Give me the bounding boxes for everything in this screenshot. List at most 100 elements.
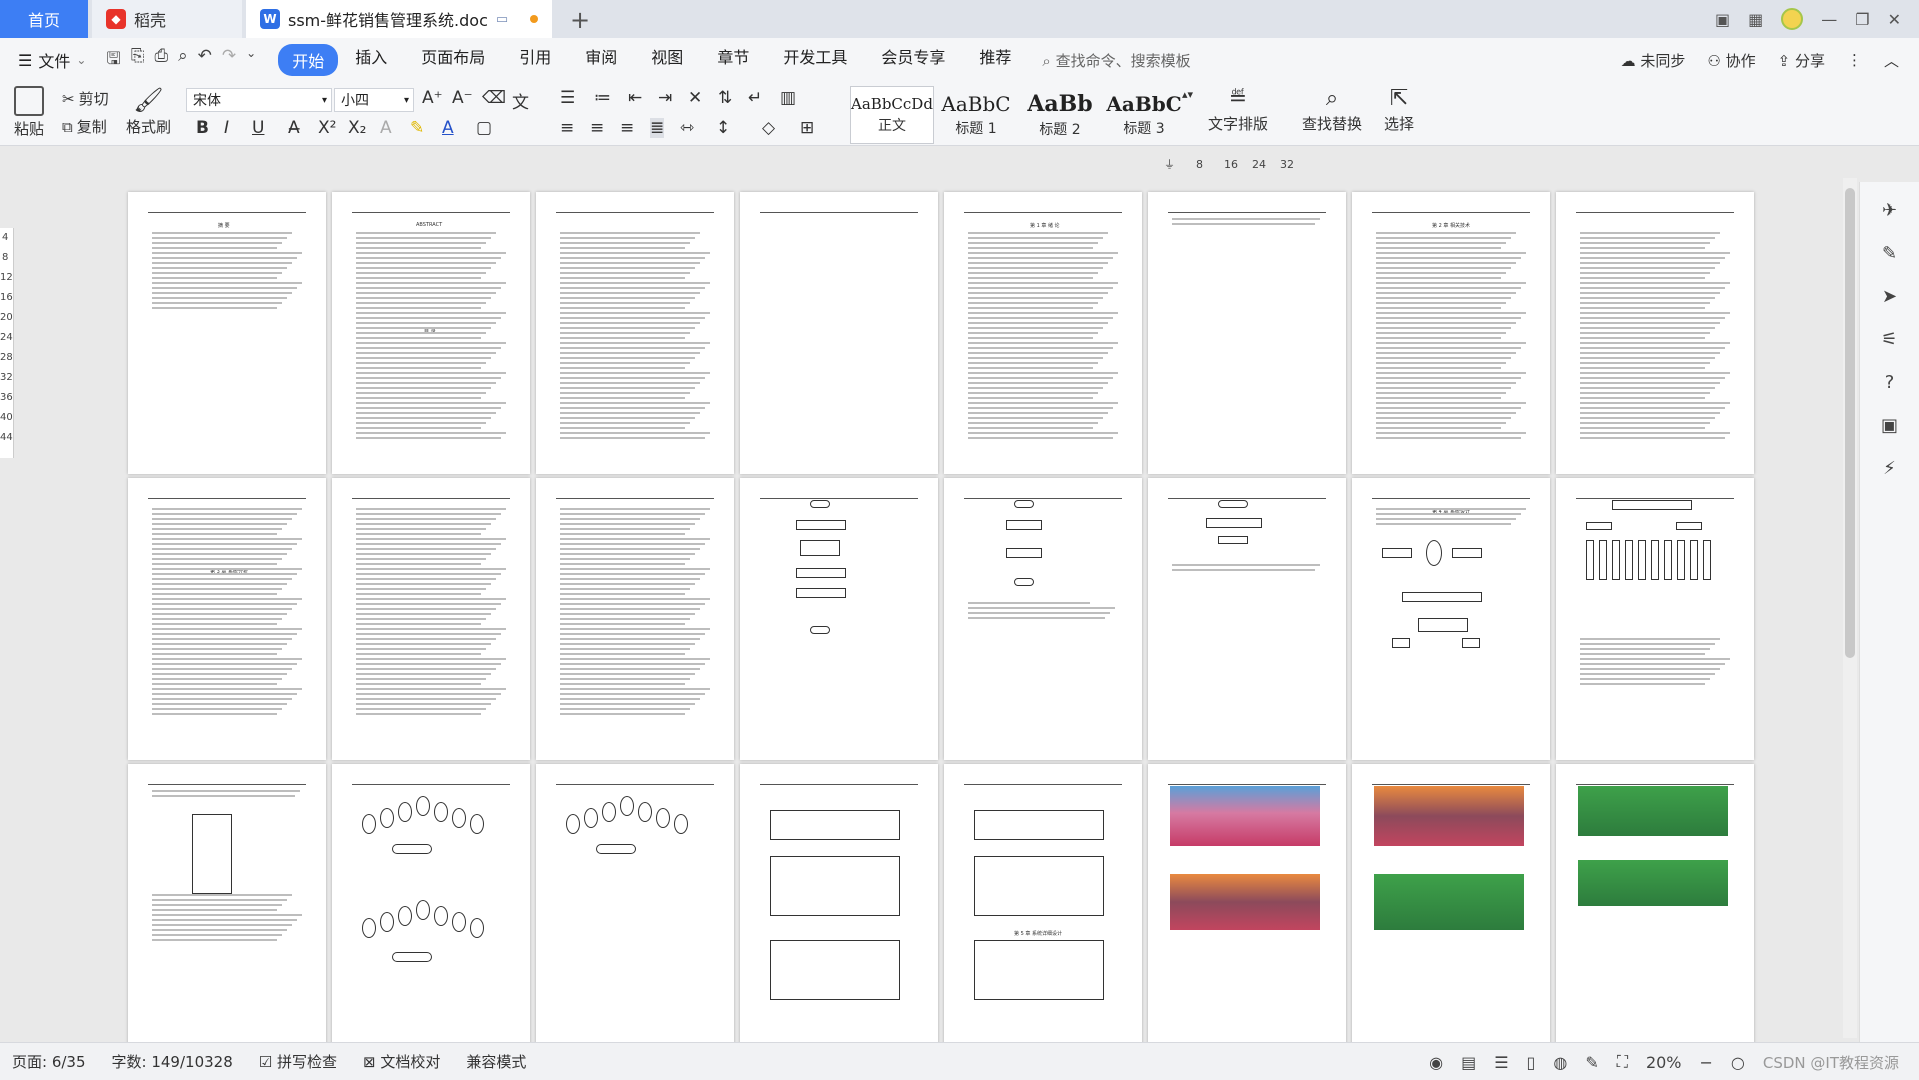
tab-start[interactable]: 开始: [278, 44, 339, 76]
tab-page-layout[interactable]: 页面布局: [404, 44, 502, 76]
paste-button[interactable]: 粘贴: [14, 86, 44, 139]
tab-references[interactable]: 引用: [502, 44, 568, 76]
help-icon[interactable]: ?: [1885, 372, 1895, 393]
align-right-icon[interactable]: ≡: [620, 118, 634, 138]
tab-review[interactable]: 审阅: [568, 44, 634, 76]
style-heading-3[interactable]: AaBbC 标题 3: [1102, 86, 1186, 144]
find-replace-button[interactable]: ⌕ 查找替换: [1302, 86, 1362, 134]
proofread-button[interactable]: ⊠ 文档校对: [363, 1051, 440, 1072]
line-spacing-icon[interactable]: ↕: [716, 118, 730, 138]
subscript-icon[interactable]: X₂: [348, 118, 366, 138]
tab-sections[interactable]: 章节: [700, 44, 766, 76]
undo-icon[interactable]: ↶: [198, 46, 212, 75]
vertical-ruler[interactable]: 4 8 12 16 20 24 28 32 36 40 44: [0, 228, 14, 458]
document-page[interactable]: [536, 478, 734, 760]
borders-icon[interactable]: ⊞: [800, 118, 814, 138]
shading-icon[interactable]: ◇: [762, 118, 775, 138]
tab-recommend[interactable]: 推荐: [962, 44, 1028, 76]
write-view-icon[interactable]: ✎: [1585, 1053, 1598, 1072]
redo-icon[interactable]: ↷: [222, 46, 236, 75]
customize-chevron-icon[interactable]: ⌄: [246, 46, 256, 75]
document-page[interactable]: [536, 764, 734, 1046]
image-tool-icon[interactable]: ▣: [1881, 415, 1898, 436]
table-tools-icon[interactable]: ▥: [780, 88, 796, 108]
document-page[interactable]: [1148, 764, 1346, 1046]
page-counter[interactable]: 页面: 6/35: [12, 1051, 86, 1072]
reading-view-icon[interactable]: ▯: [1527, 1053, 1536, 1072]
show-marks-icon[interactable]: ↵: [748, 88, 762, 108]
document-page[interactable]: [332, 478, 530, 760]
print-preview-icon[interactable]: ⌕: [178, 46, 188, 75]
close-icon[interactable]: ✕: [1888, 10, 1901, 29]
scrollbar-thumb[interactable]: [1845, 188, 1855, 658]
italic-button[interactable]: I: [224, 118, 229, 138]
new-tab-button[interactable]: +: [570, 6, 590, 34]
numbered-list-icon[interactable]: ≔: [594, 88, 611, 108]
document-page[interactable]: 第 4 章 系统设计: [1352, 478, 1550, 760]
style-heading-2[interactable]: AaBb 标题 2: [1018, 86, 1102, 144]
align-left-icon[interactable]: ≡: [560, 118, 574, 138]
style-normal[interactable]: AaBbCcDd 正文: [850, 86, 934, 144]
pointer-icon[interactable]: ➤: [1882, 286, 1897, 307]
text-layout-button[interactable]: ≝ 文字排版: [1208, 86, 1268, 134]
underline-button[interactable]: U: [252, 118, 264, 138]
document-page[interactable]: [1556, 192, 1754, 474]
minimize-icon[interactable]: —: [1821, 10, 1837, 29]
document-page[interactable]: [1148, 478, 1346, 760]
font-name-select[interactable]: 宋体 ▾: [186, 88, 332, 112]
phonetic-icon[interactable]: 文: [512, 88, 529, 113]
lightning-icon[interactable]: ⚡: [1883, 458, 1896, 479]
font-size-select[interactable]: 小四 ▾: [334, 88, 414, 112]
superscript-icon[interactable]: X²: [318, 118, 336, 138]
tab-view[interactable]: 视图: [634, 44, 700, 76]
word-count[interactable]: 字数: 149/10328: [112, 1051, 233, 1072]
zoom-out-icon[interactable]: −: [1700, 1053, 1713, 1072]
document-page[interactable]: [128, 764, 326, 1046]
style-gallery-scroll-icon[interactable]: ▴▾: [1182, 88, 1193, 101]
copy-button[interactable]: ⧉ 复制: [62, 116, 107, 137]
document-page[interactable]: [536, 192, 734, 474]
grow-font-icon[interactable]: A⁺: [422, 88, 443, 108]
zoom-slider[interactable]: ○: [1731, 1053, 1745, 1072]
increase-indent-icon[interactable]: ⇥: [658, 88, 672, 108]
zoom-level[interactable]: 20%: [1646, 1053, 1682, 1072]
document-page[interactable]: [740, 764, 938, 1046]
document-page[interactable]: 摘 要: [128, 192, 326, 474]
document-page[interactable]: [1352, 764, 1550, 1046]
shrink-font-icon[interactable]: A⁻: [452, 88, 473, 108]
format-painter-button[interactable]: 🖌 格式刷: [126, 86, 171, 137]
eye-protection-icon[interactable]: ◉: [1429, 1053, 1443, 1072]
tab-home[interactable]: 首页: [0, 0, 88, 38]
highlight-icon[interactable]: ✎: [410, 118, 424, 138]
collab-button[interactable]: ⚇ 协作: [1707, 50, 1755, 71]
save-icon[interactable]: 🖫: [106, 46, 120, 75]
tab-document[interactable]: W ssm-鲜花销售管理系统.doc ▭: [246, 0, 552, 38]
bullet-list-icon[interactable]: ☰: [560, 88, 575, 108]
align-center-icon[interactable]: ≡: [590, 118, 604, 138]
document-page[interactable]: [1556, 764, 1754, 1046]
bold-button[interactable]: B: [196, 118, 209, 138]
document-page[interactable]: [1148, 192, 1346, 474]
page-view-icon[interactable]: ▤: [1461, 1053, 1476, 1072]
document-page[interactable]: [740, 478, 938, 760]
spell-check-button[interactable]: ☑ 拼写检查: [259, 1051, 337, 1072]
indent-marker-icon[interactable]: ⏚: [1164, 156, 1175, 172]
tab-member[interactable]: 会员专享: [864, 44, 962, 76]
sort-icon[interactable]: ⇅: [718, 88, 732, 108]
document-page[interactable]: [740, 192, 938, 474]
document-page[interactable]: ABSTRACT 目 录: [332, 192, 530, 474]
file-menu[interactable]: ☰ 文件 ⌄: [18, 48, 86, 72]
document-page[interactable]: 第 1 章 绪 论: [944, 192, 1142, 474]
document-page[interactable]: 第 5 章 系统详细设计: [944, 764, 1142, 1046]
avatar[interactable]: [1781, 8, 1804, 30]
pen-icon[interactable]: ✎: [1882, 243, 1897, 264]
style-heading-1[interactable]: AaBbC 标题 1: [934, 86, 1018, 144]
collapse-ribbon-icon[interactable]: ︿: [1884, 50, 1899, 71]
outline-view-icon[interactable]: ☰: [1494, 1053, 1508, 1072]
document-page[interactable]: 第 3 章 系统分析: [128, 478, 326, 760]
tab-insert[interactable]: 插入: [338, 44, 404, 76]
select-button[interactable]: ⇱ 选择: [1384, 86, 1414, 134]
decrease-indent-icon[interactable]: ⇤: [628, 88, 642, 108]
font-color-icon[interactable]: A: [442, 118, 454, 138]
restore-icon[interactable]: ❐: [1855, 10, 1869, 29]
